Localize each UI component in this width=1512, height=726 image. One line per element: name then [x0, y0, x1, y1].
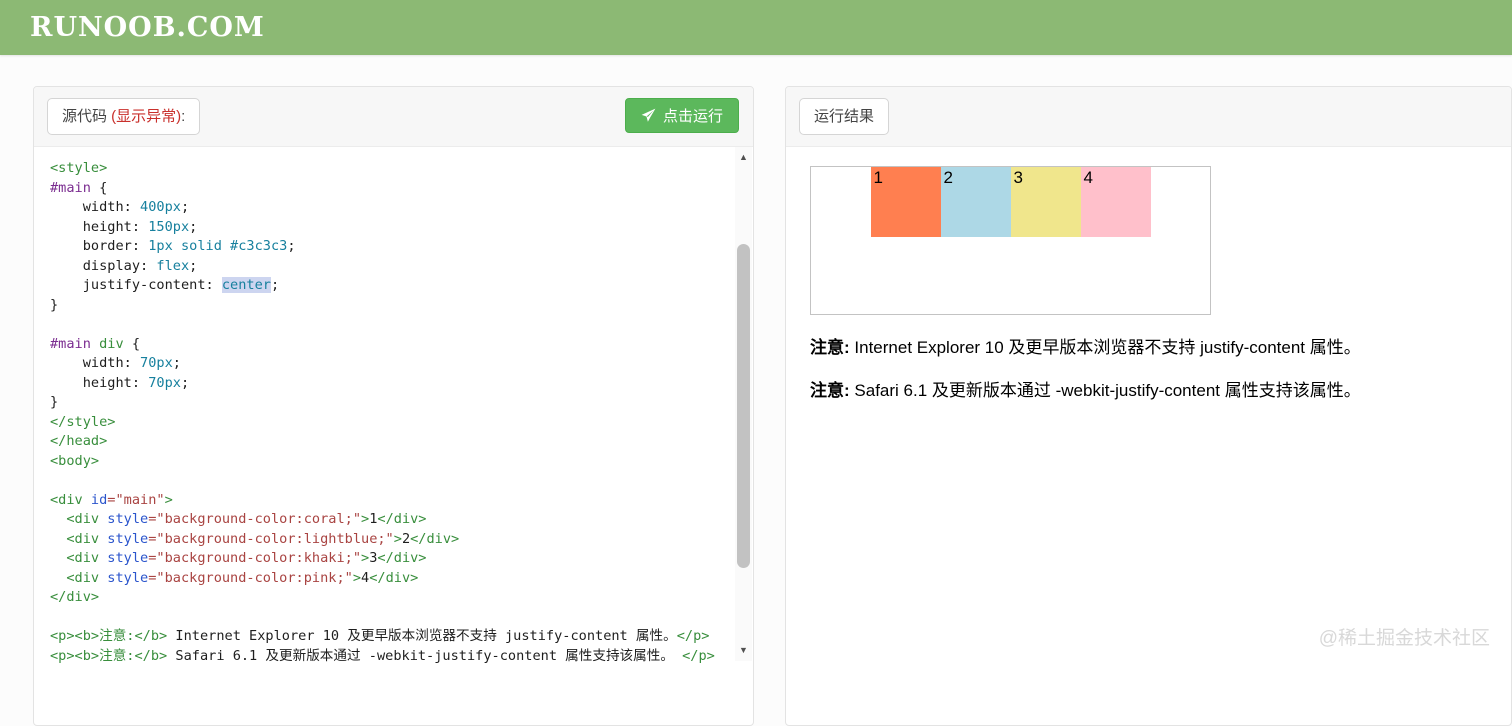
- flex-container-demo: 1234: [810, 166, 1211, 315]
- flex-item-khaki: 3: [1011, 167, 1081, 237]
- flex-item-coral: 1: [871, 167, 941, 237]
- source-panel: 源代码 (显示异常): 点击运行 <style>#main { width: 4…: [33, 86, 754, 726]
- code-line: </style>: [50, 413, 723, 433]
- scrollbar-down-icon[interactable]: ▼: [735, 642, 752, 659]
- source-tab-label: 源代码 (显示异常):: [47, 98, 200, 135]
- code-line: border: 1px solid #c3c3c3;: [50, 237, 723, 257]
- result-tab-label: 运行结果: [799, 98, 889, 135]
- runoob-logo: RUNOOB.COM: [30, 0, 265, 55]
- scrollbar-thumb[interactable]: [737, 244, 750, 568]
- code-line: height: 70px;: [50, 374, 723, 394]
- code-line: <div id="main">: [50, 491, 723, 511]
- code-line: <style>: [50, 159, 723, 179]
- source-tab-text: 源代码: [62, 108, 111, 125]
- code-line: <div style="background-color:khaki;">3</…: [50, 549, 723, 569]
- code-line: <body>: [50, 452, 723, 472]
- code-line: [50, 315, 723, 335]
- code-line: width: 400px;: [50, 198, 723, 218]
- code-line: <div style="background-color:coral;">1</…: [50, 510, 723, 530]
- code-line: <div style="background-color:pink;">4</d…: [50, 569, 723, 589]
- code-line: #main div {: [50, 335, 723, 355]
- code-line: [50, 608, 723, 628]
- note-paragraph: 注意: Internet Explorer 10 及更早版本浏览器不支持 jus…: [810, 333, 1487, 358]
- code-line: </div>: [50, 588, 723, 608]
- scrollbar-up-icon[interactable]: ▲: [735, 149, 752, 166]
- editor-scrollbar[interactable]: ▲ ▼: [735, 147, 752, 661]
- code-lines: <style>#main { width: 400px; height: 150…: [34, 147, 753, 666]
- flex-item-lightblue: 2: [941, 167, 1011, 237]
- code-line: }: [50, 393, 723, 413]
- code-line: <div style="background-color:lightblue;"…: [50, 530, 723, 550]
- code-line: display: flex;: [50, 257, 723, 277]
- code-line: </head>: [50, 432, 723, 452]
- flex-item-pink: 4: [1081, 167, 1151, 237]
- header-bar: RUNOOB.COM: [0, 0, 1512, 55]
- result-panel-header: 运行结果: [786, 87, 1511, 147]
- run-button[interactable]: 点击运行: [625, 98, 739, 133]
- result-notes: 注意: Internet Explorer 10 及更早版本浏览器不支持 jus…: [810, 333, 1487, 401]
- code-line: width: 70px;: [50, 354, 723, 374]
- code-line: [50, 471, 723, 491]
- code-line: #main {: [50, 179, 723, 199]
- send-icon: [641, 108, 656, 123]
- watermark: @稀土掘金技术社区: [1319, 623, 1490, 650]
- source-tab-colon: :: [181, 108, 185, 125]
- code-editor[interactable]: <style>#main { width: 400px; height: 150…: [34, 147, 753, 726]
- run-button-label: 点击运行: [663, 105, 723, 126]
- display-abnormal-link[interactable]: (显示异常): [111, 108, 181, 125]
- source-panel-header: 源代码 (显示异常): 点击运行: [34, 87, 753, 147]
- code-line: <p><b>注意:</b> Safari 6.1 及更新版本通过 -webkit…: [50, 647, 723, 667]
- code-line: <p><b>注意:</b> Internet Explorer 10 及更早版本…: [50, 627, 723, 647]
- note-paragraph: 注意: Safari 6.1 及更新版本通过 -webkit-justify-c…: [810, 376, 1487, 401]
- code-line: justify-content: center;: [50, 276, 723, 296]
- result-content: 1234 注意: Internet Explorer 10 及更早版本浏览器不支…: [786, 147, 1511, 401]
- code-line: height: 150px;: [50, 218, 723, 238]
- code-line: }: [50, 296, 723, 316]
